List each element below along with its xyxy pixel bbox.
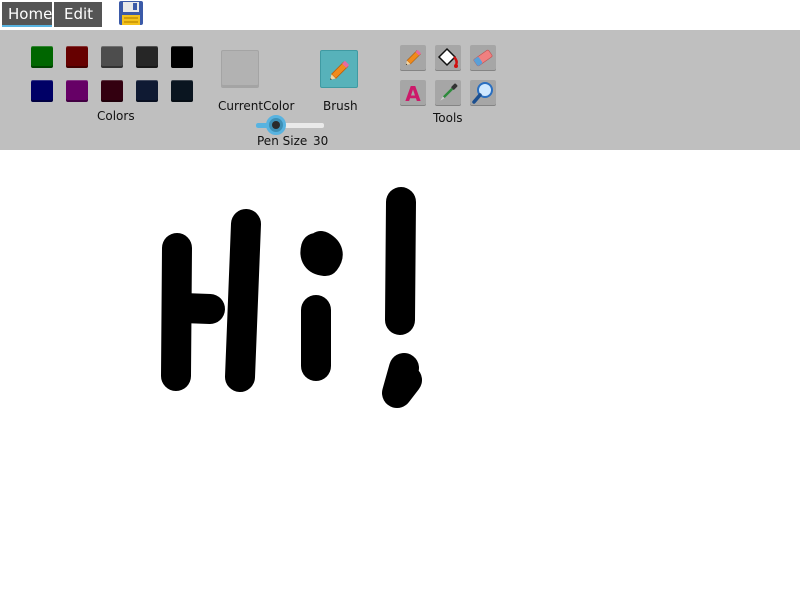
eyedropper-icon bbox=[440, 83, 458, 101]
menu-bar: Home Edit bbox=[0, 0, 800, 30]
text-tool-button[interactable]: A bbox=[400, 80, 426, 106]
text-icon: A bbox=[405, 82, 421, 106]
pen-size-label: Pen Size bbox=[257, 134, 308, 148]
tab-edit[interactable]: Edit bbox=[54, 2, 102, 27]
current-color-swatch[interactable] bbox=[221, 50, 259, 88]
color-swatch[interactable] bbox=[136, 80, 158, 102]
color-swatch[interactable] bbox=[101, 80, 123, 102]
color-swatch[interactable] bbox=[31, 46, 53, 68]
color-swatch[interactable] bbox=[136, 46, 158, 68]
stroke-h-bar bbox=[168, 293, 225, 324]
eyedropper-tool-button[interactable] bbox=[435, 80, 461, 106]
color-swatch[interactable] bbox=[171, 80, 193, 102]
brush-button[interactable] bbox=[320, 50, 358, 88]
stroke-exclamation-dot bbox=[382, 353, 422, 408]
stroke-h-right bbox=[225, 209, 261, 392]
color-swatch[interactable] bbox=[31, 80, 53, 102]
stroke-i-dot bbox=[300, 231, 343, 276]
fill-bucket-icon bbox=[437, 47, 458, 68]
svg-text:A: A bbox=[405, 82, 421, 106]
fill-tool-button[interactable] bbox=[435, 45, 461, 71]
pencil-icon bbox=[405, 49, 422, 66]
color-swatch[interactable] bbox=[171, 46, 193, 68]
tab-home[interactable]: Home bbox=[2, 2, 52, 27]
color-swatch[interactable] bbox=[66, 80, 88, 102]
eraser-tool-button[interactable] bbox=[470, 45, 496, 71]
eraser-icon bbox=[473, 49, 493, 67]
pen-size-value: 30 bbox=[313, 134, 329, 148]
save-icon[interactable] bbox=[118, 0, 144, 26]
brush-icon bbox=[330, 60, 350, 80]
current-color-label: CurrentColor bbox=[218, 99, 295, 113]
stroke-exclamation-bar bbox=[385, 187, 416, 335]
zoom-icon bbox=[472, 82, 493, 104]
color-swatch[interactable] bbox=[66, 46, 88, 68]
drawing-canvas[interactable] bbox=[0, 150, 800, 600]
ribbon-toolbar: Colors CurrentColor Brush Pen Size 30 A … bbox=[0, 30, 800, 150]
colors-label: Colors bbox=[97, 109, 135, 123]
color-swatch[interactable] bbox=[101, 46, 123, 68]
zoom-tool-button[interactable] bbox=[470, 80, 496, 106]
tools-label: Tools bbox=[433, 111, 463, 125]
brush-label: Brush bbox=[323, 99, 358, 113]
pen-size-slider-handle[interactable] bbox=[265, 115, 286, 135]
canvas-drawing bbox=[161, 187, 422, 408]
pencil-tool-button[interactable] bbox=[400, 45, 426, 71]
